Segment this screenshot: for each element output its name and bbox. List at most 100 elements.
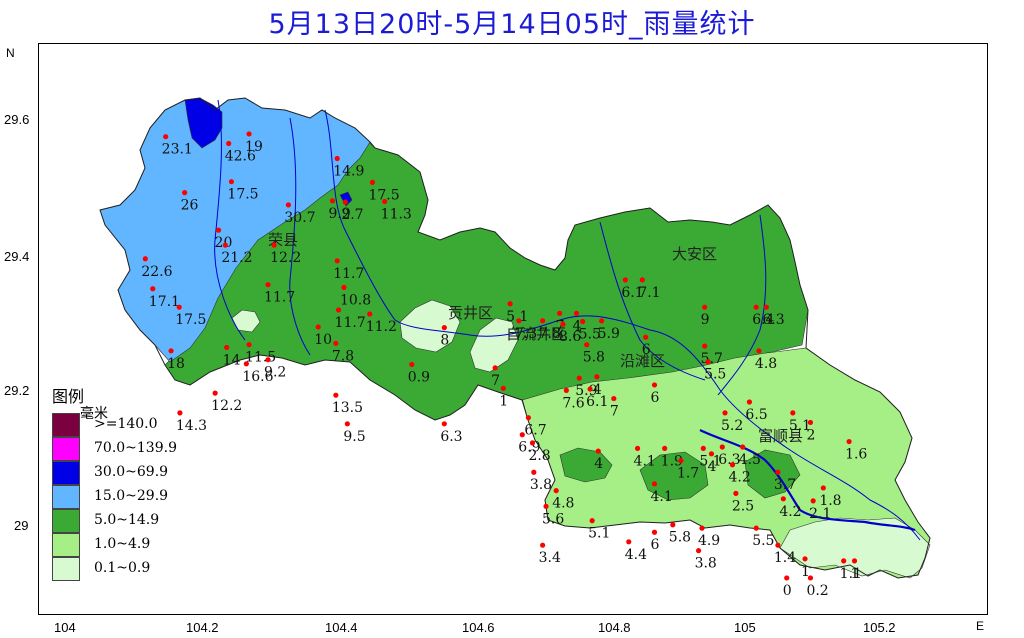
station-dot bbox=[790, 410, 796, 416]
legend-label: >=140.0 bbox=[94, 416, 158, 432]
station-value: 2 bbox=[806, 427, 815, 443]
station-value: 6.1 bbox=[586, 394, 608, 410]
station-dot bbox=[150, 286, 156, 292]
station-dot bbox=[531, 469, 537, 475]
station-value: 10.8 bbox=[340, 292, 371, 308]
station-dot bbox=[243, 361, 249, 367]
station-dot bbox=[580, 318, 586, 325]
station-value: 6 bbox=[651, 390, 660, 406]
station-dot bbox=[409, 361, 415, 368]
district-label-daan: 大安区 bbox=[672, 245, 717, 263]
station-value: 7.3 bbox=[515, 326, 537, 342]
station-dot bbox=[746, 399, 753, 405]
station-dot bbox=[382, 198, 388, 205]
station-dot bbox=[705, 359, 711, 365]
station-dot bbox=[780, 496, 786, 502]
station-value: 6 bbox=[651, 537, 660, 553]
legend-swatch bbox=[52, 509, 80, 533]
station-value: 14.9 bbox=[333, 164, 364, 180]
legend-label: 70.0~139.9 bbox=[94, 440, 177, 456]
legend-swatch bbox=[52, 437, 80, 461]
station-dot bbox=[576, 375, 582, 381]
station-value: 17.5 bbox=[227, 187, 258, 203]
station-dot bbox=[702, 304, 708, 310]
station-value: 4 bbox=[594, 456, 603, 472]
station-dot bbox=[651, 481, 658, 487]
station-dot bbox=[775, 542, 781, 548]
station-value: 4.5 bbox=[739, 452, 761, 468]
station-dot bbox=[215, 227, 222, 233]
station-value: 6.3 bbox=[718, 452, 740, 468]
station-dot bbox=[756, 348, 762, 354]
station-dot bbox=[226, 140, 232, 147]
station-dot bbox=[500, 385, 506, 391]
station-dot bbox=[315, 324, 321, 330]
station-dot bbox=[595, 448, 601, 454]
station-value: 17.5 bbox=[175, 312, 206, 328]
station-dot bbox=[729, 462, 736, 468]
station-value: 6 bbox=[642, 342, 651, 358]
station-value: 2.8 bbox=[528, 448, 550, 464]
station-dot bbox=[763, 304, 769, 310]
station-dot bbox=[722, 410, 728, 416]
station-value: 3.8 bbox=[530, 477, 552, 493]
station-dot bbox=[246, 342, 252, 348]
legend-label: 15.0~29.9 bbox=[94, 488, 169, 504]
legend-item: 1.0~4.9 bbox=[52, 533, 227, 557]
station-dot bbox=[740, 444, 746, 450]
station-dot bbox=[553, 488, 559, 494]
station-value: 11.7 bbox=[333, 266, 364, 282]
station-value: 20 bbox=[215, 235, 233, 251]
station-dot bbox=[662, 445, 668, 451]
legend-swatch bbox=[52, 533, 80, 557]
station-value: 4.1 bbox=[634, 453, 656, 469]
legend-swatch bbox=[52, 461, 80, 485]
station-dot bbox=[369, 179, 376, 185]
station-value: 3.8 bbox=[695, 556, 717, 572]
station-dot bbox=[540, 318, 546, 324]
station-value: 22.6 bbox=[141, 264, 172, 280]
station-dot bbox=[611, 395, 617, 402]
station-dot bbox=[176, 304, 182, 310]
station-value: 5.6 bbox=[542, 511, 564, 527]
station-value: 11.5 bbox=[245, 350, 276, 366]
station-value: 19 bbox=[245, 139, 263, 155]
station-dot bbox=[573, 310, 580, 316]
station-dot bbox=[265, 357, 271, 363]
station-value: 4.8 bbox=[755, 356, 777, 372]
legend-item: 70.0~139.9 bbox=[52, 437, 227, 461]
station-dot bbox=[584, 342, 590, 348]
station-dot bbox=[516, 318, 522, 324]
station-dot bbox=[224, 344, 230, 351]
station-value: 2.7 bbox=[341, 207, 363, 223]
station-dot bbox=[333, 340, 339, 346]
station-dot bbox=[540, 542, 546, 548]
station-dot bbox=[335, 307, 342, 313]
station-value: 10 bbox=[314, 332, 332, 348]
station-dot bbox=[222, 242, 228, 248]
station-value: 4 bbox=[707, 459, 716, 475]
station-dot bbox=[492, 365, 498, 371]
station-dot bbox=[678, 458, 684, 464]
station-value: 9 bbox=[701, 312, 710, 328]
station-value: 30.7 bbox=[284, 210, 315, 226]
station-value: 7.6 bbox=[562, 395, 584, 411]
station-dot bbox=[670, 522, 676, 528]
legend-item: 5.0~14.9 bbox=[52, 509, 227, 533]
station-dot bbox=[807, 575, 814, 581]
station-value: 11.7 bbox=[335, 315, 366, 331]
station-dot bbox=[700, 445, 706, 451]
station-dot bbox=[271, 242, 277, 248]
rainfall-map-figure: 5月13日20时-5月14日05时_雨量统计 N E 29.6 29.4 29.… bbox=[0, 0, 1024, 638]
station-dot bbox=[643, 334, 649, 340]
station-dot bbox=[519, 432, 525, 438]
station-value: 4.2 bbox=[728, 470, 750, 486]
station-dot bbox=[594, 374, 600, 380]
station-value: 21.2 bbox=[221, 250, 252, 266]
station-value: 6.5 bbox=[745, 407, 767, 423]
station-dot bbox=[599, 318, 605, 324]
station-dot bbox=[163, 134, 169, 140]
station-value: 4.8 bbox=[552, 496, 574, 512]
station-value: 17.1 bbox=[149, 294, 180, 310]
station-value: 4.4 bbox=[625, 547, 647, 563]
